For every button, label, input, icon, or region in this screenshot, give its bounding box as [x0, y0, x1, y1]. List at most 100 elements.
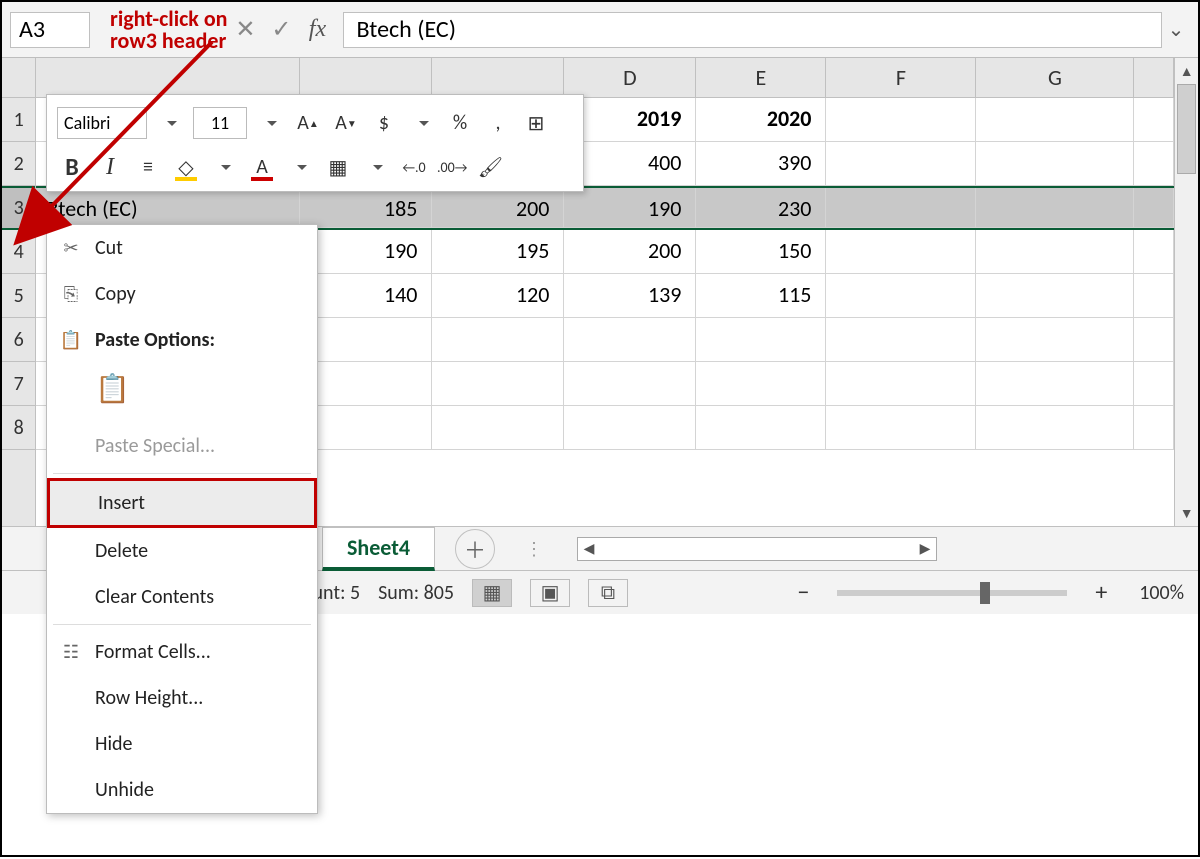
cell[interactable] — [976, 142, 1134, 186]
row-header-2[interactable]: 2 — [2, 142, 35, 186]
cell[interactable] — [1134, 274, 1174, 318]
col-header-rest[interactable] — [1134, 58, 1174, 98]
cell[interactable] — [826, 98, 976, 142]
cell[interactable]: 140 — [300, 274, 432, 318]
cell[interactable] — [976, 406, 1134, 450]
sheet-tab-active[interactable]: Sheet4 — [322, 527, 435, 571]
select-all-triangle[interactable] — [2, 58, 35, 98]
formula-input[interactable]: Btech (EC) — [343, 12, 1162, 48]
col-header-B-hidden[interactable] — [300, 58, 432, 98]
break-view-icon[interactable]: ⧉ — [588, 579, 628, 607]
cell[interactable] — [976, 98, 1134, 142]
cell[interactable]: 120 — [432, 274, 564, 318]
cell[interactable] — [696, 362, 826, 406]
hide-menuitem[interactable]: Hide — [47, 721, 317, 767]
merge-icon[interactable]: ⊞ — [521, 107, 551, 139]
row-header-4[interactable]: 4 — [2, 230, 35, 274]
add-sheet-button[interactable]: ＋ — [455, 529, 495, 569]
chevron-down-icon[interactable] — [209, 151, 239, 183]
vertical-scrollbar[interactable]: ▲ ▼ — [1174, 58, 1198, 526]
bold-button[interactable]: B — [57, 151, 87, 183]
col-header-F[interactable]: F — [826, 58, 976, 98]
cell[interactable] — [1134, 142, 1174, 186]
row-header-6[interactable]: 6 — [2, 318, 35, 362]
cell[interactable] — [826, 318, 976, 362]
clear-contents-menuitem[interactable]: Clear Contents — [47, 574, 317, 620]
increase-decimal-icon[interactable]: ←.0 — [399, 151, 429, 183]
cell[interactable]: 390 — [696, 142, 826, 186]
cell[interactable] — [300, 406, 432, 450]
cell[interactable] — [826, 406, 976, 450]
grow-font-icon[interactable]: A▲ — [293, 107, 323, 139]
cell[interactable] — [826, 274, 976, 318]
cell[interactable]: 195 — [432, 230, 564, 274]
row-header-3[interactable]: 3 — [2, 186, 35, 230]
cell[interactable] — [976, 318, 1134, 362]
chevron-down-icon[interactable] — [285, 151, 315, 183]
row-header-5[interactable]: 5 — [2, 274, 35, 318]
scroll-left-icon[interactable]: ◀ — [578, 540, 600, 557]
cell[interactable]: 150 — [696, 230, 826, 274]
scroll-thumb[interactable] — [1177, 84, 1196, 174]
fill-color-icon[interactable]: ◇ — [171, 151, 201, 183]
cell[interactable] — [300, 318, 432, 362]
border-icon[interactable]: ▦ — [323, 151, 353, 183]
delete-menuitem[interactable]: Delete — [47, 528, 317, 574]
cell[interactable] — [976, 274, 1134, 318]
copy-menuitem[interactable]: ⎘ Copy — [47, 271, 317, 317]
currency-icon[interactable]: $ — [369, 107, 399, 139]
fx-icon[interactable]: fx — [299, 12, 335, 48]
cell[interactable] — [300, 362, 432, 406]
format-painter-icon[interactable]: 🖌 — [475, 151, 505, 183]
cell[interactable] — [432, 362, 564, 406]
cell[interactable]: 400 — [564, 142, 696, 186]
align-icon[interactable]: ≡ — [133, 151, 163, 183]
cell[interactable] — [976, 230, 1134, 274]
cell[interactable] — [564, 406, 696, 450]
cell[interactable]: 2019 — [564, 98, 696, 142]
cell[interactable] — [976, 188, 1134, 228]
cell[interactable]: 190 — [564, 188, 696, 228]
zoom-level[interactable]: 100% — [1139, 581, 1184, 605]
chevron-down-icon[interactable] — [255, 107, 285, 139]
cell[interactable] — [826, 188, 976, 228]
row-header-8[interactable]: 8 — [2, 406, 35, 450]
cell[interactable] — [826, 230, 976, 274]
font-name-dropdown[interactable]: Calibri — [57, 107, 147, 139]
cell[interactable]: 115 — [696, 274, 826, 318]
cell[interactable] — [564, 362, 696, 406]
name-box[interactable]: A3 — [10, 12, 90, 48]
cell[interactable] — [432, 318, 564, 362]
italic-button[interactable]: I — [95, 151, 125, 183]
tab-scroll-grip[interactable]: ⋮ — [525, 538, 547, 560]
cell[interactable]: 185 — [300, 188, 432, 228]
scroll-right-icon[interactable]: ▶ — [914, 540, 936, 557]
cell[interactable] — [432, 406, 564, 450]
cell[interactable] — [564, 318, 696, 362]
zoom-slider[interactable] — [837, 590, 1067, 596]
paste-option-button[interactable]: 📋 — [47, 363, 317, 423]
cancel-formula-icon[interactable]: ✕ — [227, 12, 263, 48]
cell[interactable]: 200 — [564, 230, 696, 274]
cell[interactable] — [976, 362, 1134, 406]
cell[interactable]: 2020 — [696, 98, 826, 142]
expand-formula-bar-icon[interactable]: ⌄ — [1162, 17, 1190, 42]
scroll-down-icon[interactable]: ▼ — [1175, 500, 1198, 526]
row-header-7[interactable]: 7 — [2, 362, 35, 406]
normal-view-icon[interactable]: ▦ — [472, 579, 512, 607]
shrink-font-icon[interactable]: A▼ — [331, 107, 361, 139]
cell[interactable] — [1134, 406, 1174, 450]
zoom-in-icon[interactable]: + — [1095, 578, 1107, 607]
cell[interactable] — [1134, 230, 1174, 274]
horizontal-scrollbar[interactable]: ◀ ▶ — [577, 537, 937, 561]
cell[interactable]: 190 — [300, 230, 432, 274]
col-header-G[interactable]: G — [976, 58, 1134, 98]
unhide-menuitem[interactable]: Unhide — [47, 767, 317, 813]
col-header-D[interactable]: D — [564, 58, 696, 98]
cell[interactable]: Btech (EC) — [36, 188, 300, 228]
cut-menuitem[interactable]: ✂ Cut — [47, 225, 317, 271]
cell[interactable] — [1134, 318, 1174, 362]
format-cells-menuitem[interactable]: ☷ Format Cells... — [47, 629, 317, 675]
row-height-menuitem[interactable]: Row Height... — [47, 675, 317, 721]
decrease-decimal-icon[interactable]: .00→ — [437, 151, 467, 183]
